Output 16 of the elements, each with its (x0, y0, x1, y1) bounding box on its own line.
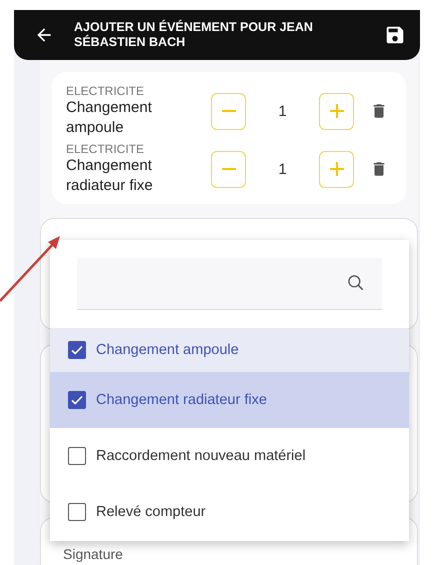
quantity-value: 1 (277, 160, 288, 178)
dropdown-option[interactable]: Relevé compteur (50, 484, 409, 540)
item-name: Changement ampoule (66, 98, 153, 138)
item-category: ELECTRICITE (66, 84, 146, 98)
option-label: Relevé compteur (96, 504, 206, 520)
signature-label: Signature (63, 547, 123, 561)
option-label: Changement radiateur fixe (96, 392, 267, 408)
dropdown-option[interactable]: Changement radiateur fixe (50, 372, 409, 428)
dropdown-option[interactable]: Changement ampoule (50, 328, 409, 372)
item-name: Changement radiateur fixe (66, 156, 154, 196)
option-label: Raccordement nouveau matériel (96, 448, 306, 464)
quantity-value: 1 (277, 102, 288, 120)
item-category: ELECTRICITE (66, 142, 146, 156)
dropdown-option[interactable]: Raccordement nouveau matériel (50, 428, 409, 484)
option-label: Changement ampoule (96, 342, 239, 358)
page-title: AJOUTER UN ÉVÉNEMENT POUR JEAN SÉBASTIEN BACH (74, 20, 314, 50)
